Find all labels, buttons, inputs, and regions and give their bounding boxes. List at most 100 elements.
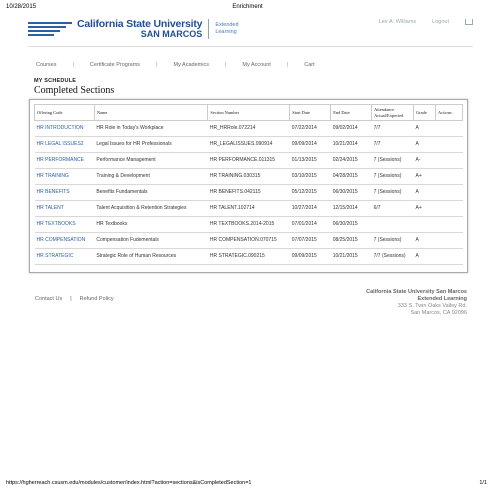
cell-grade: A (413, 136, 436, 153)
cell-end-date: 09/02/2014 (330, 120, 372, 137)
cell-section-number: HR_HRRole.072214 (207, 120, 290, 137)
cell-name: HR Textbooks (94, 216, 208, 233)
cell-name: Strategic Role of Human Resources (94, 248, 208, 265)
cell-actions (435, 232, 463, 249)
cell-section-number: HR TRAINING.030315 (207, 168, 290, 185)
cell-end-date: 10/21/2015 (330, 248, 372, 265)
logo-learning: Learning (215, 29, 237, 35)
col-attendance[interactable]: Attendance Actual/Expected (371, 104, 415, 121)
logo-stripes-icon (28, 21, 72, 37)
cell-attendance: 7 (Sessions) (371, 184, 414, 201)
table-row: HR STRATEGIC Strategic Role of Human Res… (34, 248, 463, 265)
offering-code-link[interactable]: HR COMPENSATION (34, 232, 95, 249)
cell-actions (435, 152, 463, 169)
col-offering-code[interactable]: Offering Code (34, 104, 95, 121)
contact-us-link[interactable]: Contact Us (35, 296, 62, 302)
cell-start-date: 09/09/2014 (289, 136, 331, 153)
nav-my-academics[interactable]: My Academics (172, 62, 211, 68)
offering-code-link[interactable]: HR BENEFITS (34, 184, 95, 201)
footer-address: California State University San Marcos E… (366, 289, 467, 317)
nav-cart[interactable]: Cart (302, 62, 316, 68)
col-grade[interactable]: Grade (413, 104, 436, 121)
user-menu: Lee A. Williams Logout (379, 19, 473, 25)
cell-attendance: 7/7 (371, 136, 414, 153)
cell-actions (435, 248, 463, 265)
header-divider (28, 46, 473, 47)
page-title: Completed Sections (34, 85, 115, 96)
cell-actions (435, 168, 463, 185)
cell-grade: A (413, 184, 436, 201)
cell-name: Compensation Fudementals (94, 232, 208, 249)
cell-attendance: 7/7 (371, 120, 414, 137)
cell-start-date: 07/07/2015 (289, 232, 331, 249)
offering-code-link[interactable]: HR STRATEGIC (34, 248, 95, 265)
cell-section-number: HR COMPENSATION.070715 (207, 232, 290, 249)
main-nav: Courses | Certificate Programs | My Acad… (34, 62, 317, 68)
cell-start-date: 07/22/2014 (289, 120, 331, 137)
cell-attendance: 7 (Sessions) (371, 152, 414, 169)
site-logo[interactable]: California State University SAN MARCOS E… (28, 19, 239, 39)
cell-actions (435, 216, 463, 233)
cell-section-number: HR PERFORMANCE.011315 (207, 152, 290, 169)
cell-actions (435, 184, 463, 201)
address-line-3: 333 S. Twin Oaks Valley Rd. (397, 302, 467, 309)
offering-code-link[interactable]: HR TALENT (34, 200, 95, 217)
print-url: https://hgherreach.csusm.edu/modules/cus… (6, 480, 252, 486)
nav-separator: | (156, 62, 158, 68)
cell-end-date: 06/30/2015 (330, 184, 372, 201)
cell-grade: A (413, 248, 436, 265)
cell-section-number: HR TEXTBOOKS.2014-2015 (207, 216, 290, 233)
logo-extended: Extended (215, 22, 239, 29)
nav-certificate-programs[interactable]: Certificate Programs (88, 62, 142, 68)
cell-name: Performance Management (94, 152, 208, 169)
cell-actions (435, 200, 463, 217)
address-line-1: California State University San Marcos (366, 289, 467, 295)
cell-end-date: 12/15/2014 (330, 200, 372, 217)
table-row: HR TRAINING Training & Development HR TR… (34, 168, 463, 185)
refund-policy-link[interactable]: Refund Policy (80, 296, 114, 302)
address-line-2: Extended Learning (417, 295, 467, 302)
cell-start-date: 05/12/2015 (289, 184, 331, 201)
user-name-link[interactable]: Lee A. Williams (379, 19, 417, 25)
cell-name: Benefits Fundamentals (94, 184, 208, 201)
cell-grade: A- (413, 152, 436, 169)
print-page-number: 1/1 (479, 480, 487, 486)
cell-end-date: 08/25/2015 (330, 232, 372, 249)
print-date: 10/28/2015 (6, 4, 37, 10)
col-section-number[interactable]: Section Number (207, 104, 291, 121)
print-header: 10/28/2015 Enrichment (6, 4, 489, 14)
cell-grade: A+ (413, 200, 436, 217)
offering-code-link[interactable]: HR TEXTBOOKS (34, 216, 95, 233)
cell-start-date: 09/09/2015 (289, 248, 331, 265)
offering-code-link[interactable]: HR LEGAL ISSUES2 (34, 136, 95, 153)
col-name[interactable]: Name (93, 104, 209, 121)
table-row: HR TEXTBOOKS HR Textbooks HR TEXTBOOKS.2… (34, 216, 463, 233)
table-row: HR LEGAL ISSUES2 Legal Issues for HR Pro… (34, 136, 463, 153)
offering-code-link[interactable]: HR TRAINING (34, 168, 95, 185)
cart-icon[interactable] (465, 19, 473, 25)
cell-grade (413, 216, 436, 233)
offering-code-link[interactable]: HR INTRODUCTION (34, 120, 95, 137)
logo-campus-name: SAN MARCOS (140, 28, 203, 39)
cell-name: Training & Development (94, 168, 208, 185)
col-start-date[interactable]: Start Date (289, 104, 332, 121)
cell-attendance: 7 (Sessions) (371, 168, 414, 185)
site-header: California State University SAN MARCOS E… (28, 16, 473, 46)
cell-section-number: HR TALENT.102714 (207, 200, 290, 217)
table-row: HR BENEFITS Benefits Fundamentals HR BEN… (34, 184, 463, 201)
cell-name: Legal Issues for HR Professionals (94, 136, 208, 153)
cell-section-number: HR STRATEGIC.090215 (207, 248, 290, 265)
nav-separator: | (286, 62, 289, 68)
offering-code-link[interactable]: HR PERFORMANCE (34, 152, 95, 169)
table-row: HR COMPENSATION Compensation Fudementals… (34, 232, 463, 249)
cell-grade: A+ (413, 168, 436, 185)
logout-link[interactable]: Logout (432, 19, 449, 25)
col-end-date[interactable]: End Date (330, 104, 373, 121)
address-line-4: San Marcos, CA 92096 (410, 309, 467, 316)
nav-my-account[interactable]: My Account (240, 62, 272, 68)
footer-separator: | (70, 296, 72, 302)
cell-end-date: 10/21/2014 (330, 136, 372, 153)
cell-attendance (371, 216, 414, 233)
nav-courses[interactable]: Courses (34, 62, 58, 68)
cell-attendance: 7/7 (Sessions) (371, 248, 414, 265)
